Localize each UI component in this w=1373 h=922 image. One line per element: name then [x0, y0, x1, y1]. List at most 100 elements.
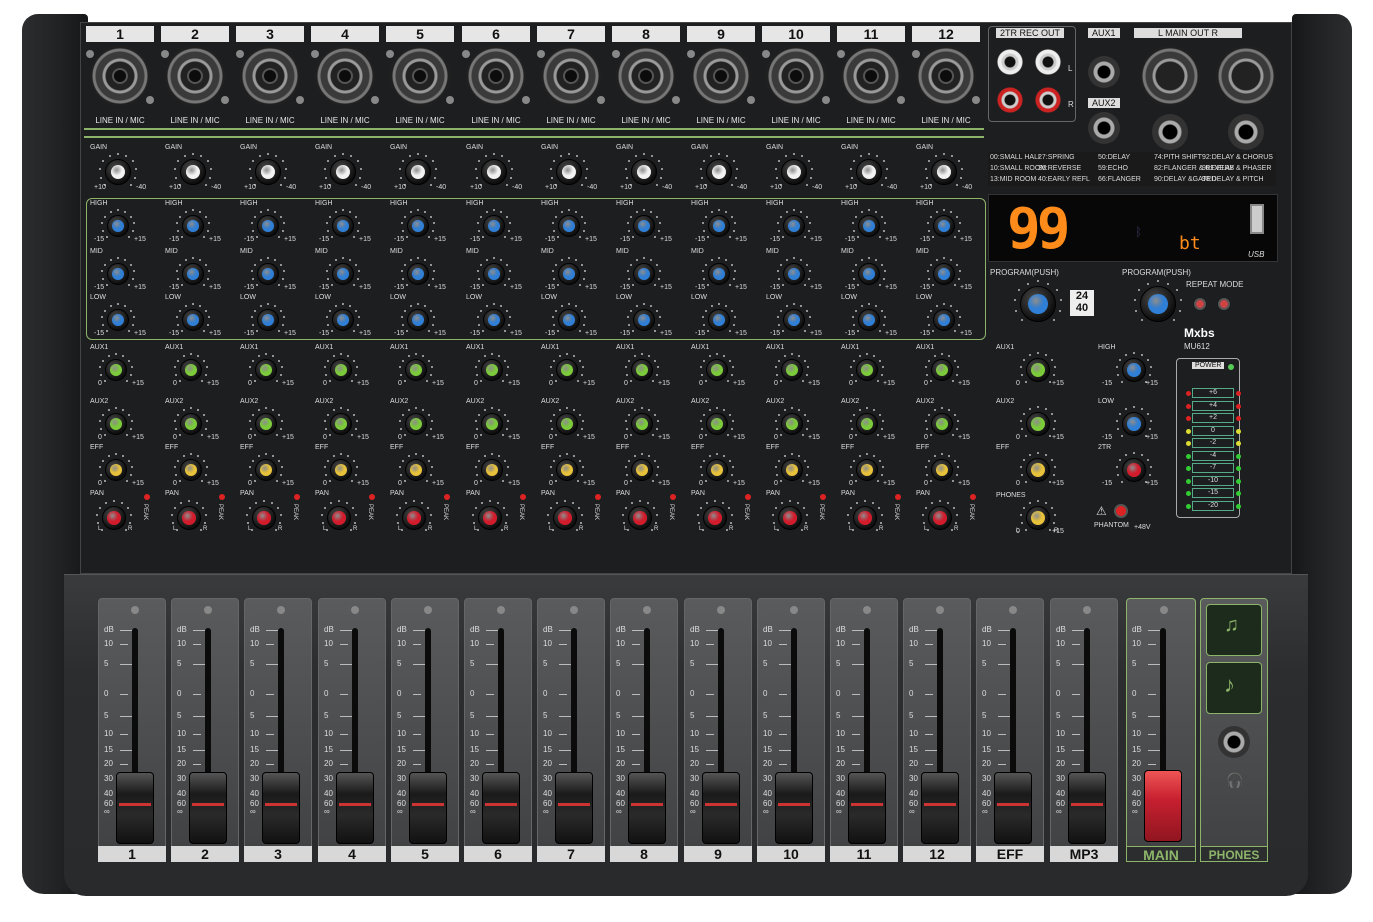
eff-send-knob-8[interactable] — [631, 459, 653, 481]
pan-knob-10[interactable] — [778, 506, 802, 530]
aux1-send-knob-8[interactable] — [631, 359, 653, 381]
mid-eq-knob-2[interactable] — [182, 263, 204, 285]
pan-knob-1[interactable] — [102, 506, 126, 530]
pan-knob-4[interactable] — [327, 506, 351, 530]
aux1-send-knob-2[interactable] — [180, 359, 202, 381]
aux1-send-knob-12[interactable] — [931, 359, 953, 381]
gain-knob-12[interactable] — [931, 159, 957, 185]
main-out-jack-l[interactable] — [1152, 114, 1188, 150]
eff-send-knob-1[interactable] — [105, 459, 127, 481]
xlr-combo-jack-4[interactable] — [315, 46, 375, 106]
aux2-send-knob-7[interactable] — [556, 413, 578, 435]
gain-knob-10[interactable] — [781, 159, 807, 185]
low-eq-knob-3[interactable] — [257, 309, 279, 331]
aux1-out-jack[interactable] — [1088, 56, 1120, 88]
high-eq-knob-10[interactable] — [783, 215, 805, 237]
fader-3[interactable] — [262, 772, 300, 844]
xlr-combo-jack-1[interactable] — [90, 46, 150, 106]
fader-11[interactable] — [848, 772, 886, 844]
master-eff-knob[interactable] — [1026, 458, 1050, 482]
xlr-combo-jack-7[interactable] — [541, 46, 601, 106]
gain-knob-4[interactable] — [330, 159, 356, 185]
repeat-button-1[interactable] — [1194, 298, 1206, 310]
fader-8[interactable] — [628, 772, 666, 844]
pan-knob-2[interactable] — [177, 506, 201, 530]
aux1-send-knob-11[interactable] — [856, 359, 878, 381]
aux2-send-knob-3[interactable] — [255, 413, 277, 435]
mid-eq-knob-1[interactable] — [107, 263, 129, 285]
xlr-combo-jack-2[interactable] — [165, 46, 225, 106]
gain-knob-5[interactable] — [405, 159, 431, 185]
mid-eq-knob-11[interactable] — [858, 263, 880, 285]
mid-eq-knob-12[interactable] — [933, 263, 955, 285]
pan-knob-7[interactable] — [553, 506, 577, 530]
fader-1[interactable] — [116, 772, 154, 844]
aux2-send-knob-9[interactable] — [706, 413, 728, 435]
low-eq-knob-10[interactable] — [783, 309, 805, 331]
high-eq-knob-12[interactable] — [933, 215, 955, 237]
gain-knob-8[interactable] — [631, 159, 657, 185]
aux2-send-knob-11[interactable] — [856, 413, 878, 435]
xlr-combo-jack-11[interactable] — [841, 46, 901, 106]
program-push-knob-1[interactable] — [1020, 286, 1056, 322]
gain-knob-3[interactable] — [255, 159, 281, 185]
fader-6[interactable] — [482, 772, 520, 844]
program-push-knob-2[interactable] — [1140, 286, 1176, 322]
low-eq-knob-5[interactable] — [407, 309, 429, 331]
fader-12[interactable] — [921, 772, 959, 844]
pan-knob-6[interactable] — [478, 506, 502, 530]
rca-jack[interactable] — [997, 87, 1023, 113]
aux2-send-knob-10[interactable] — [781, 413, 803, 435]
mid-eq-knob-10[interactable] — [783, 263, 805, 285]
eff-send-knob-4[interactable] — [330, 459, 352, 481]
pan-knob-3[interactable] — [252, 506, 276, 530]
high-eq-knob-2[interactable] — [182, 215, 204, 237]
low-eq-knob-6[interactable] — [483, 309, 505, 331]
aux1-send-knob-4[interactable] — [330, 359, 352, 381]
eff-send-knob-9[interactable] — [706, 459, 728, 481]
low-eq-knob-4[interactable] — [332, 309, 354, 331]
high-eq-knob-5[interactable] — [407, 215, 429, 237]
eff-send-knob-6[interactable] — [481, 459, 503, 481]
eff-send-knob-12[interactable] — [931, 459, 953, 481]
master-low-knob[interactable] — [1122, 412, 1146, 436]
high-eq-knob-3[interactable] — [257, 215, 279, 237]
high-eq-knob-9[interactable] — [708, 215, 730, 237]
rca-jack[interactable] — [997, 49, 1023, 75]
fader-mp3[interactable] — [1068, 772, 1106, 844]
gain-knob-1[interactable] — [105, 159, 131, 185]
fader-5[interactable] — [409, 772, 447, 844]
mid-eq-knob-9[interactable] — [708, 263, 730, 285]
aux2-send-knob-2[interactable] — [180, 413, 202, 435]
aux2-send-knob-12[interactable] — [931, 413, 953, 435]
master-high-knob[interactable] — [1122, 358, 1146, 382]
aux1-send-knob-7[interactable] — [556, 359, 578, 381]
phantom-button[interactable] — [1114, 504, 1128, 518]
master-phones-knob[interactable] — [1026, 506, 1050, 530]
master-fader[interactable] — [1144, 770, 1182, 842]
aux2-send-knob-4[interactable] — [330, 413, 352, 435]
xlr-combo-jack-5[interactable] — [390, 46, 450, 106]
aux2-send-knob-5[interactable] — [405, 413, 427, 435]
high-eq-knob-1[interactable] — [107, 215, 129, 237]
aux2-send-knob-1[interactable] — [105, 413, 127, 435]
eff-send-knob-3[interactable] — [255, 459, 277, 481]
gain-knob-7[interactable] — [556, 159, 582, 185]
aux2-out-jack[interactable] — [1088, 112, 1120, 144]
xlr-combo-jack-9[interactable] — [691, 46, 751, 106]
aux1-send-knob-5[interactable] — [405, 359, 427, 381]
main-out-xlr-r[interactable] — [1216, 46, 1276, 106]
low-eq-knob-9[interactable] — [708, 309, 730, 331]
aux1-send-knob-9[interactable] — [706, 359, 728, 381]
aux1-send-knob-1[interactable] — [105, 359, 127, 381]
fader-9[interactable] — [702, 772, 740, 844]
aux1-send-knob-3[interactable] — [255, 359, 277, 381]
low-eq-knob-12[interactable] — [933, 309, 955, 331]
repeat-button-2[interactable] — [1218, 298, 1230, 310]
aux1-send-knob-10[interactable] — [781, 359, 803, 381]
xlr-combo-jack-10[interactable] — [766, 46, 826, 106]
eff-send-knob-2[interactable] — [180, 459, 202, 481]
high-eq-knob-7[interactable] — [558, 215, 580, 237]
fader-10[interactable] — [775, 772, 813, 844]
phones-jack[interactable] — [1218, 726, 1250, 758]
